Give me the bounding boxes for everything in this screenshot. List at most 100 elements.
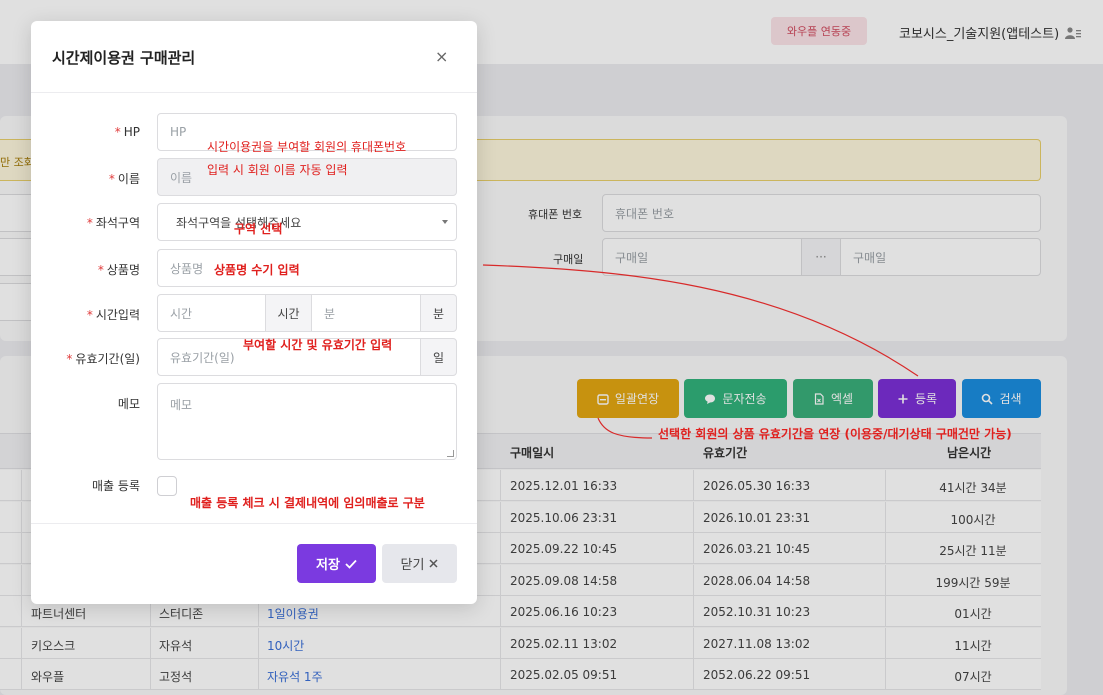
table-cell-c3[interactable]: 10시간 [267,637,304,654]
table-cell-purchased: 2025.10.06 23:31 [510,510,618,525]
hour-addon: 시간 [265,294,312,332]
annotation-sales: 매출 등록 체크 시 결제내역에 임의매출로 구분 [190,496,425,510]
cell-divider [21,596,22,626]
plus-icon [898,394,908,403]
table-cell-valid: 2026.05.30 16:33 [703,479,811,493]
memo-textarea[interactable]: 메모 [157,383,457,460]
bulk-extend-label: 일괄연장 [614,392,660,406]
table-cell-remain: 199시간 59분 [935,575,1011,590]
notice-text: 만 조회 [0,156,34,169]
table-row[interactable]: 와우플 고정석 자유석 1주 2025.02.05 09:51 2052.06.22 0… [0,659,1041,690]
purchase-date-label: 구매일 [553,253,584,266]
cell-divider [693,659,694,689]
cell-divider [500,564,501,595]
search-button[interactable]: 검색 [962,379,1041,418]
table-row[interactable]: 키오스크 자유석 10시간 2025.02.11 13:02 2027.11.08 13… [0,627,1041,659]
table-cell-c1: 와우플 [31,670,65,684]
purchase-modal: 시간제이용권 구매관리 × * HP HP * 이름 이름 * 좌석구역 좌석구역을 … [31,21,477,604]
modal-footer-divider [31,523,477,524]
table-cell-remain: 11시간 [954,638,992,653]
table-cell-valid: 2027.11.08 13:02 [703,636,811,651]
cancel-button[interactable]: 닫기 [382,544,457,583]
modal-title: 시간제이용권 구매관리 [52,49,196,67]
search-label: 검색 [999,392,1022,406]
memo-label: 메모 [117,397,140,411]
save-label: 저장 [316,558,340,573]
cell-divider [21,659,22,689]
validity-label: * 유효기간(일) [66,352,140,366]
resize-handle-icon[interactable] [447,450,454,457]
user-menu[interactable]: 코보시스_기술지원(앱테스트) [899,23,1082,42]
excel-button[interactable]: 엑셀 [793,379,873,418]
save-button[interactable]: 저장 [297,544,376,583]
register-button[interactable]: 등록 [878,379,956,418]
table-cell-purchased: 2025.09.22 10:45 [510,542,618,556]
annotation-extend: 선택한 회원의 상품 유효기간을 연장 (이용중/대기상태 구매건만 가능) [658,427,1012,441]
cell-divider [885,501,886,532]
cell-divider [150,627,151,658]
zone-label: * 좌석구역 [86,216,140,230]
cell-divider [258,627,259,658]
table-cell-purchased: 2025.09.08 14:58 [510,573,618,588]
cell-divider [693,533,694,563]
cell-divider [150,659,151,689]
cell-divider [693,470,694,500]
integration-badge[interactable]: 와우플 연동중 [771,17,867,45]
table-cell-remain: 01시간 [954,607,992,621]
memo-placeholder: 메모 [170,398,193,412]
annotation-time: 부여할 시간 및 유효기간 입력 [243,338,393,352]
cancel-label: 닫기 [400,558,425,573]
table-cell-c2: 고정석 [159,670,193,684]
minute-input[interactable]: 분 [312,294,421,332]
cell-divider [21,627,22,658]
annotation-product: 상품명 수기 입력 [214,263,300,277]
sales-checkbox[interactable] [157,476,177,496]
check-icon [345,559,357,569]
cell-divider [885,470,886,500]
table-cell-c2: 스터디존 [159,607,204,621]
purchase-date-to[interactable]: 구매일 [840,238,1041,276]
table-cell-remain: 100시간 [950,512,996,527]
cell-divider [885,596,886,626]
table-cell-valid: 2026.03.21 10:45 [703,542,811,556]
cell-divider [500,501,501,532]
cell-divider [21,501,22,532]
validity-addon: 일 [420,338,457,376]
cell-divider [500,627,501,658]
table-cell-purchased: 2025.12.01 16:33 [510,479,618,493]
calendar-icon [597,393,609,405]
annotation-zone: 구역 선택 [234,222,283,236]
cell-divider [500,470,501,500]
hour-input[interactable]: 시간 [157,294,266,332]
close-icon[interactable]: × [435,47,448,66]
bulk-extend-button[interactable]: 일괄연장 [577,379,679,418]
cell-divider [21,470,22,500]
col-purchase-datetime: 구매일시 [510,446,555,460]
table-cell-c3[interactable]: 1일이용권 [267,605,319,622]
product-label: * 상품명 [97,263,140,277]
purchase-date-from[interactable]: 구매일 [602,238,802,276]
cell-divider [258,659,259,689]
table-cell-c3[interactable]: 자유석 1주 [267,668,323,685]
chat-bubble-icon [705,394,716,404]
cell-divider [21,564,22,595]
cell-divider [500,596,501,626]
cell-divider [885,627,886,658]
phone-filter-input[interactable]: 휴대폰 번호 [602,194,1041,232]
cell-divider [500,659,501,689]
excel-label: 엑셀 [830,392,854,406]
table-cell-purchased: 2025.02.11 13:02 [510,636,618,651]
annotation-hp-1: 시간이용권을 부여할 회원의 휴대폰번호 [207,140,407,154]
phone-filter-label: 휴대폰 번호 [528,208,583,221]
send-sms-button[interactable]: 문자전송 [684,379,787,418]
table-cell-valid: 2028.06.04 14:58 [703,573,811,588]
sales-label: 매출 등록 [92,479,140,493]
send-sms-label: 문자전송 [722,392,767,406]
chevron-down-icon [442,220,448,224]
user-settings-icon [1065,26,1082,39]
table-cell-c1: 키오스크 [31,638,76,653]
table-cell-remain: 07시간 [954,670,992,684]
product-input[interactable]: 상품명 [157,249,457,287]
cell-divider [885,564,886,595]
zone-select[interactable]: 좌석구역을 선택해주세요 [157,203,457,241]
